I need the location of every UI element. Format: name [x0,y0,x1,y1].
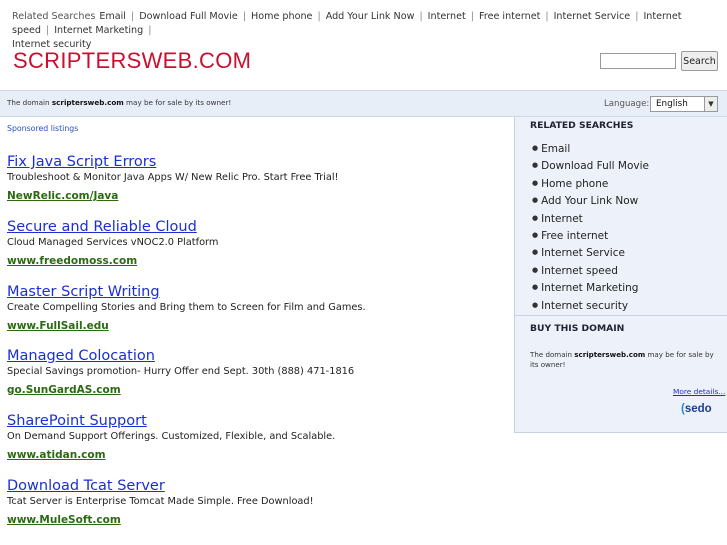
search-button[interactable]: Search [681,51,718,71]
sale-domain-name: scriptersweb.com [51,98,124,107]
listing-url[interactable]: www.freedomoss.com [7,255,137,267]
search-input[interactable] [600,53,676,69]
sidebar-related-item[interactable]: ● Email [532,140,649,157]
listing-description: Troubleshoot & Monitor Java Apps W/ New … [7,172,339,183]
top-related-link-free-internet[interactable]: Free internet [479,11,540,22]
listing-item: Secure and Reliable Cloud Cloud Managed … [7,219,507,268]
listing-description: Tcat Server is Enterprise Tomcat Made Si… [7,496,314,507]
language-select[interactable]: English ▼ [650,96,718,112]
listing-description: Create Compelling Stories and Bring them… [7,302,366,313]
sidebar-related-item[interactable]: ● Internet security [532,297,649,314]
bullet-icon: ● [532,196,539,205]
bullet-icon: ● [532,213,539,222]
buy-domain-heading: BUY THIS DOMAIN [530,323,625,334]
listing-description: On Demand Support Offerings. Customized,… [7,431,336,442]
bullet-icon: ● [532,248,539,257]
sidebar-related-item[interactable]: ● Internet [532,210,649,227]
listing-description: Special Savings promotion- Hurry Offer e… [7,366,355,377]
domain-sale-notice: The domain scriptersweb.com may be for s… [7,98,232,107]
sidebar-related-item[interactable]: ● Internet Service [532,244,649,261]
listing-item: Managed Colocation Special Savings promo… [7,348,507,397]
bullet-icon: ● [532,161,539,170]
listing-item: Download Tcat Server Tcat Server is Ente… [7,478,507,527]
listing-title[interactable]: Master Script Writing [7,284,507,301]
bullet-icon: ● [532,265,539,274]
sponsored-listings-label: Sponsored listings [7,124,79,133]
bullet-icon: ● [532,283,539,292]
top-related-link-home-phone[interactable]: Home phone [251,11,312,22]
sidebar-related-item[interactable]: ● Internet speed [532,262,649,279]
buy-domain-notice: The domain scriptersweb.com may be for s… [530,350,714,369]
sidebar-related-list: ● Email ● Download Full Movie ● Home phone … [532,140,649,314]
listing-description: Cloud Managed Services vNOC2.0 Platform [7,237,219,248]
listing-url[interactable]: go.SunGardAS.com [7,384,121,396]
bullet-icon: ● [532,144,539,152]
language-selected-value: English [656,99,688,109]
listing-url[interactable]: NewRelic.com/Java [7,190,118,202]
sedo-logo[interactable]: (sedo [681,403,712,415]
listing-title[interactable]: Secure and Reliable Cloud [7,219,507,236]
more-details-link[interactable]: More details... [673,387,725,396]
sidebar-panel: RELATED SEARCHES ● Email ● Download Full M… [514,117,727,433]
bullet-icon: ● [532,300,539,309]
dropdown-arrow-icon[interactable]: ▼ [704,97,717,111]
related-searches-heading: RELATED SEARCHES [530,120,634,131]
listing-title[interactable]: Managed Colocation [7,348,507,365]
top-related-link-internet-marketing[interactable]: Internet Marketing [54,25,143,36]
sidebar-related-item[interactable]: ● Home phone [532,175,649,192]
listing-url[interactable]: www.atidan.com [7,449,106,461]
sidebar-related-item[interactable]: ● Free internet [532,227,649,244]
top-related-link-email[interactable]: Email [99,11,126,22]
listing-item: Fix Java Script Errors Troubleshoot & Mo… [7,154,507,203]
top-related-searches: Related Searches Email | Download Full Movi… [12,11,682,50]
listing-url[interactable]: www.MuleSoft.com [7,514,121,526]
listing-item: Master Script Writing Create Compelling … [7,284,507,333]
info-bar: The domain scriptersweb.com may be for s… [0,90,727,117]
bullet-icon: ● [532,178,539,187]
listing-url[interactable]: www.FullSail.edu [7,320,109,332]
top-related-link-internet[interactable]: Internet [428,11,466,22]
top-related-link-add-your-link-now[interactable]: Add Your Link Now [326,11,415,22]
listing-item: SharePoint Support On Demand Support Off… [7,413,507,462]
listing-title[interactable]: SharePoint Support [7,413,507,430]
site-logo[interactable]: SCRIPTERSWEB.COM [13,48,251,74]
sidebar-divider [515,315,727,316]
related-searches-label: Related Searches [12,11,96,22]
listing-title[interactable]: Fix Java Script Errors [7,154,507,171]
sidebar-related-item[interactable]: ● Download Full Movie [532,157,649,174]
sidebar-related-item[interactable]: ● Internet Marketing [532,279,649,296]
bullet-icon: ● [532,231,539,240]
top-related-link-internet-service[interactable]: Internet Service [554,11,631,22]
sidebar-related-item[interactable]: ● Add Your Link Now [532,192,649,209]
language-label: Language: [604,99,650,109]
listing-title[interactable]: Download Tcat Server [7,478,507,495]
buy-domain-name: scriptersweb.com [574,350,646,359]
top-related-link-download-full-movie[interactable]: Download Full Movie [139,11,238,22]
